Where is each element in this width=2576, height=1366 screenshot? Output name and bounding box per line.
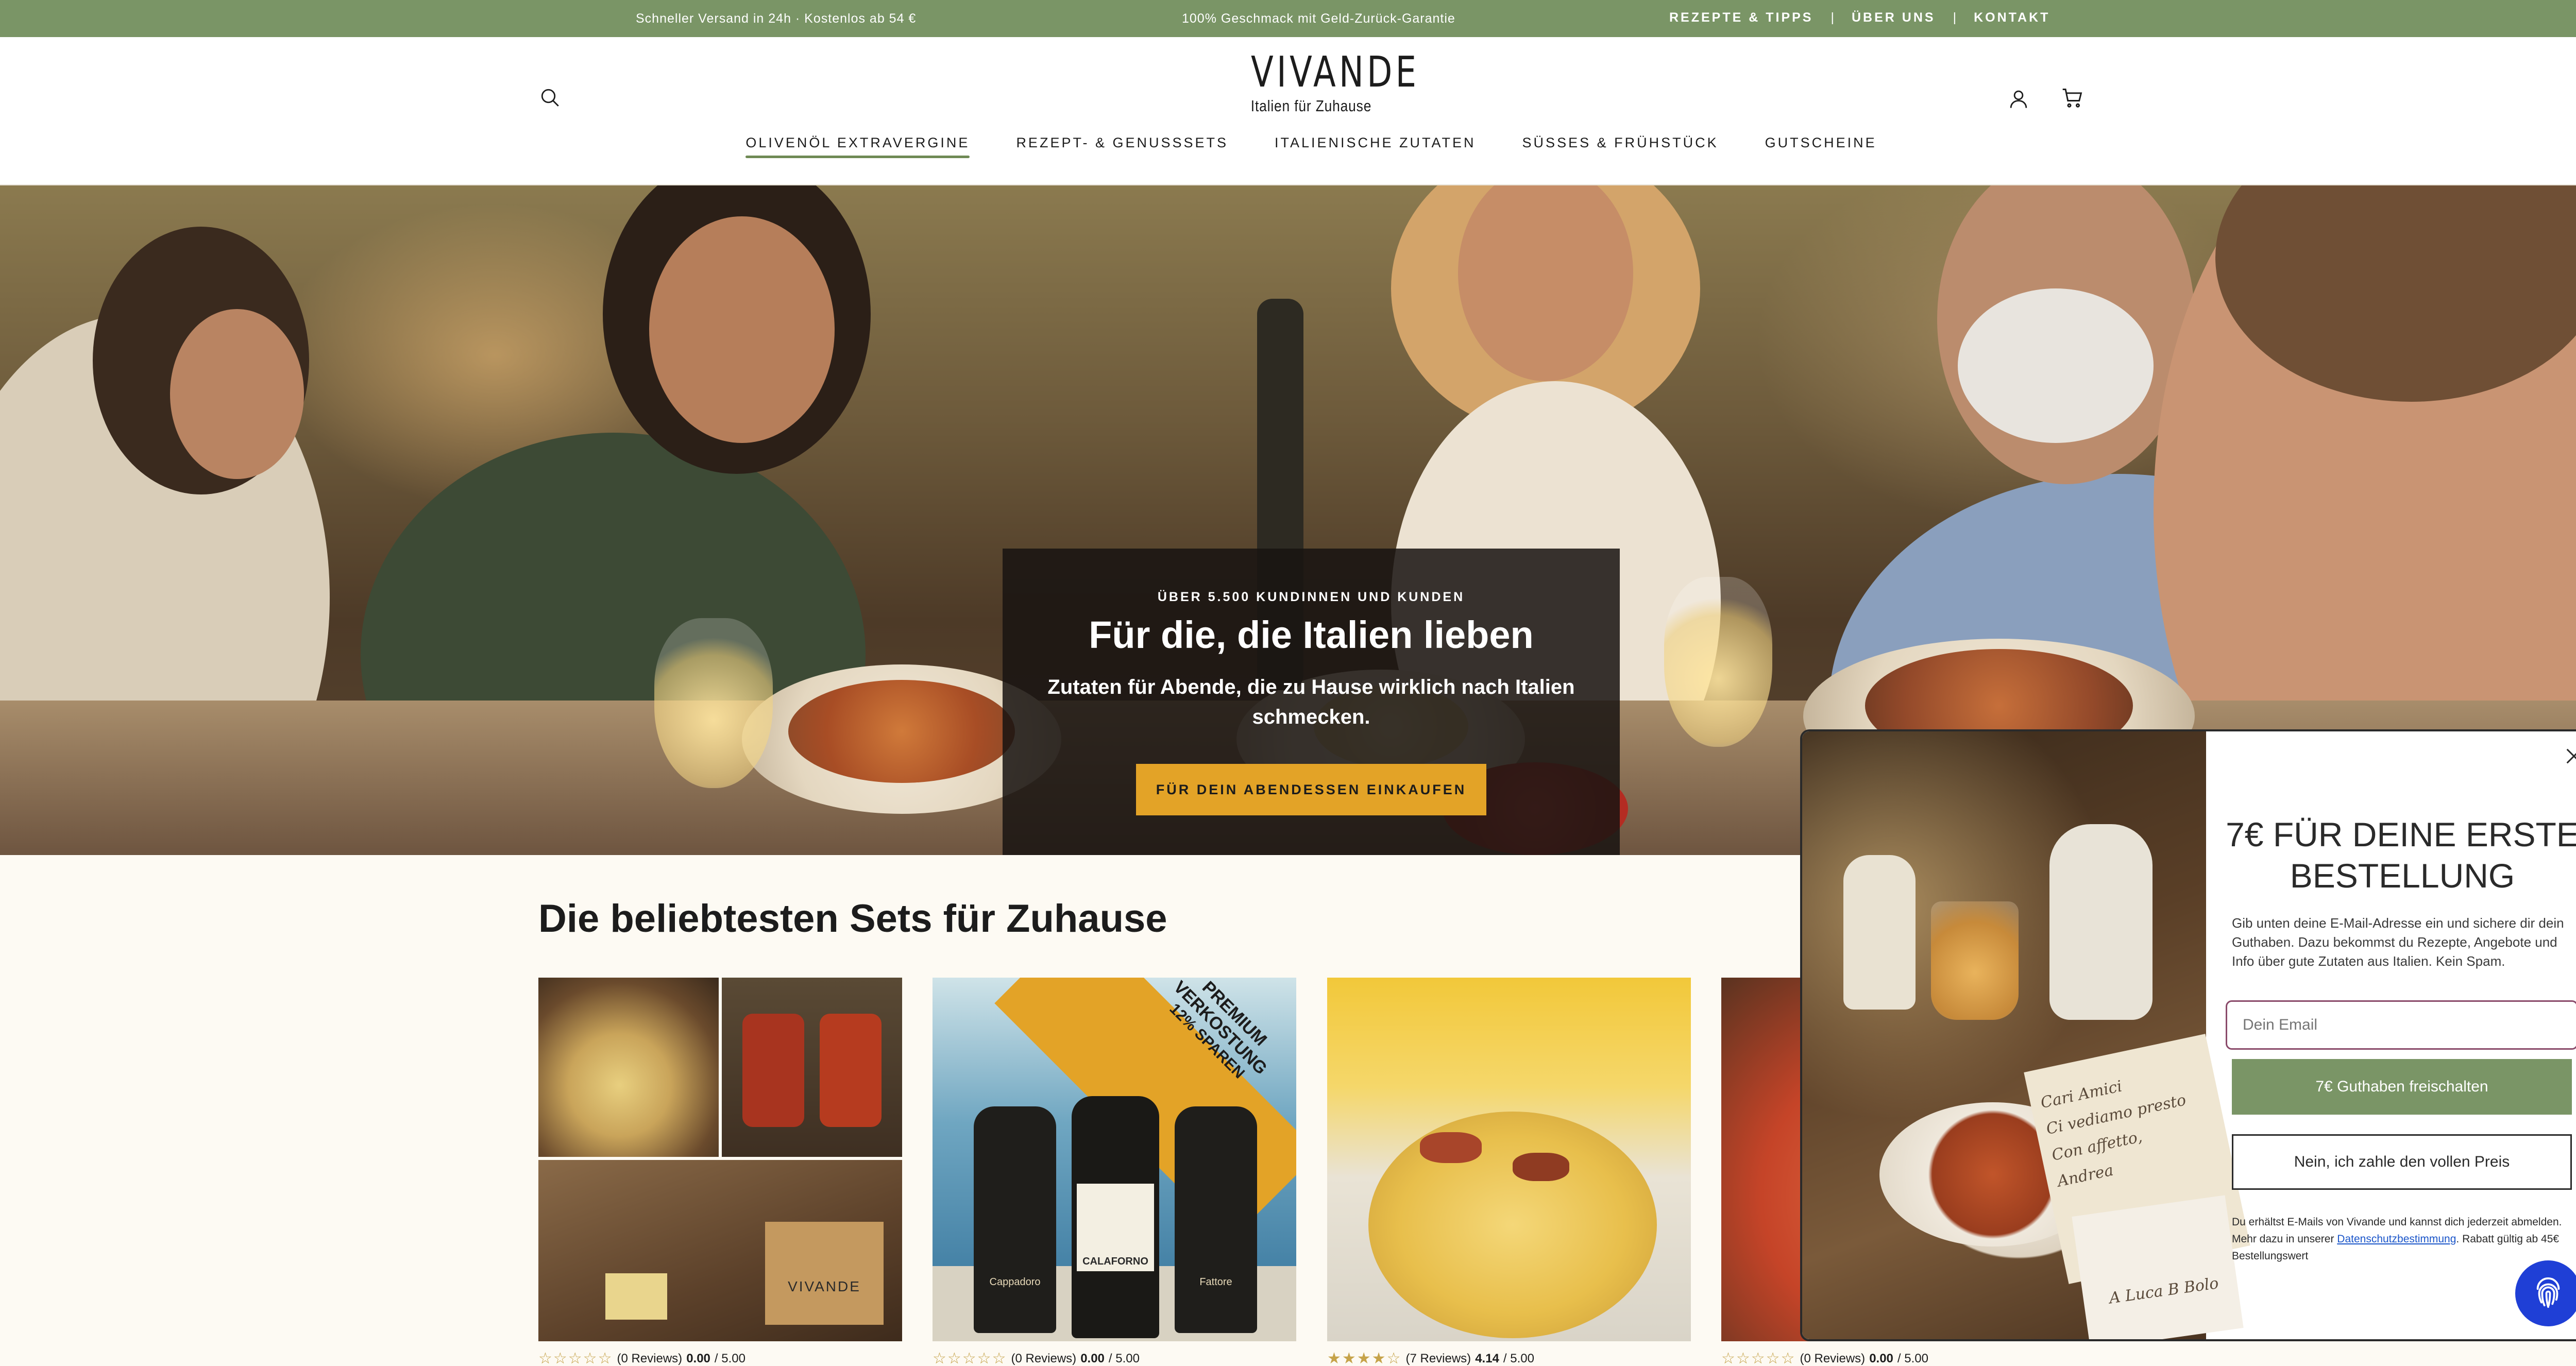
product-card-image[interactable]: PREMIUM VERKOSTUNG 12% SPAREN Cappadoro … (933, 978, 1296, 1341)
brand-tagline: Italien für Zuhause (1250, 97, 1372, 115)
rating-score: 4.14 (1475, 1351, 1499, 1365)
decline-button[interactable]: Nein, ich zahle den vollen Preis (2232, 1134, 2572, 1190)
popup-description: Gib unten deine E-Mail-Adresse ein und s… (2232, 915, 2564, 969)
main-navigation: OLIVENÖL EXTRAVERGINE REZEPT- & GENUSSSE… (0, 135, 2576, 158)
link-about-us[interactable]: ÜBER UNS (1852, 10, 1936, 25)
legal-notice: Du erhältst E-Mails von Vivande und kann… (2232, 1214, 2572, 1265)
separator: | (1831, 10, 1834, 25)
bottle-label: Fattore (1199, 1276, 1232, 1288)
hero-card: ÜBER 5.500 KUNDINNEN UND KUNDEN Für die,… (1003, 549, 1620, 855)
hero-subtitle: Zutaten für Abende, die zu Hause wirklic… (1047, 676, 1575, 728)
review-count[interactable]: (0 Reviews) (617, 1352, 682, 1366)
product-rating: ☆☆☆☆☆ (0 Reviews) 0.00 / 5.00 (933, 1350, 1140, 1366)
claim-credit-button[interactable]: 7€ Guthaben freischalten (2232, 1059, 2572, 1115)
discount-popup: Cari Amici Ci vediamo presto Con affetto… (1800, 729, 2576, 1341)
nav-item-recipe-sets[interactable]: REZEPT- & GENUSSSETS (1016, 135, 1228, 151)
rating-max: / 5.00 (1897, 1351, 1928, 1365)
rating-score: 0.00 (1080, 1351, 1105, 1365)
email-input[interactable] (2226, 1000, 2576, 1050)
rating-max: / 5.00 (1503, 1351, 1534, 1365)
star-rating-icon: ☆☆☆☆☆ (538, 1350, 613, 1366)
page: Schneller Versand in 24h · Kostenlos ab … (0, 0, 2576, 1366)
account-icon[interactable] (2002, 82, 2035, 115)
guarantee-notice: 100% Geschmack mit Geld-Zurück-Garantie (1182, 11, 1455, 26)
product-rating: ☆☆☆☆☆ (0 Reviews) 0.00 / 5.00 (1721, 1350, 1928, 1366)
review-count[interactable]: (0 Reviews) (1011, 1352, 1076, 1366)
envelope-address: A Luca B Bolo (2108, 1274, 2220, 1308)
hero-kicker: ÜBER 5.500 KUNDINNEN UND KUNDEN (1157, 590, 1465, 604)
popup-content: 7€ FÜR DEINE ERSTE BESTELLUNG Gib unten … (2206, 731, 2576, 1339)
privacy-policy-link[interactable]: Datenschutzbestimmung (2337, 1233, 2456, 1245)
popup-image: Cari Amici Ci vediamo presto Con affetto… (1802, 731, 2250, 1339)
nav-item-italian-ingredients[interactable]: ITALIENISCHE ZUTATEN (1275, 135, 1476, 151)
shipping-notice: Schneller Versand in 24h · Kostenlos ab … (636, 11, 917, 26)
site-header: VIVANDE Italien für Zuhause OLIVENÖL EXT… (0, 37, 2576, 185)
rating-max: / 5.00 (1108, 1351, 1140, 1365)
star-rating-icon: ☆☆☆☆☆ (933, 1350, 1007, 1366)
rating-max: / 5.00 (714, 1351, 745, 1365)
review-count[interactable]: (0 Reviews) (1800, 1352, 1865, 1366)
bottle-label: CALAFORNO (1082, 1256, 1148, 1267)
product-rating: ☆☆☆☆☆ (0 Reviews) 0.00 / 5.00 (538, 1350, 745, 1366)
product-rating: ★★★★☆ (7 Reviews) 4.14 / 5.00 (1327, 1350, 1534, 1366)
review-count[interactable]: (7 Reviews) (1405, 1352, 1471, 1366)
product-card-image[interactable] (1327, 978, 1691, 1341)
link-contact[interactable]: KONTAKT (1974, 10, 2050, 25)
nav-item-sweets-breakfast[interactable]: SÜSSES & FRÜHSTÜCK (1522, 135, 1719, 151)
hero-title: Für die, die Italien lieben (1089, 613, 1534, 656)
product-card-image[interactable]: VIVANDE (538, 978, 902, 1341)
star-rating-icon: ★★★★☆ (1327, 1350, 1402, 1366)
bottle-label: Cappadoro (989, 1276, 1041, 1288)
hero-shop-button[interactable]: FÜR DEIN ABENDESSEN EINKAUFEN (1136, 764, 1486, 815)
brand-logo[interactable]: VIVANDE Italien für Zuhause (1234, 48, 1420, 115)
gift-box: VIVANDE (765, 1222, 884, 1325)
nav-item-olive-oil[interactable]: OLIVENÖL EXTRAVERGINE (745, 135, 970, 158)
utility-links: REZEPTE & TIPPS | ÜBER UNS | KONTAKT (1669, 10, 2050, 25)
rating-score: 0.00 (686, 1351, 710, 1365)
star-rating-icon: ☆☆☆☆☆ (1721, 1350, 1796, 1366)
fingerprint-icon[interactable] (2515, 1260, 2576, 1326)
close-icon[interactable] (2558, 741, 2576, 772)
popup-headline: 7€ FÜR DEINE ERSTE BESTELLUNG (2226, 815, 2576, 895)
separator: | (1953, 10, 1957, 25)
nav-item-vouchers[interactable]: GUTSCHEINE (1765, 135, 1877, 151)
announcement-bar: Schneller Versand in 24h · Kostenlos ab … (0, 0, 2576, 37)
brand-name: VIVANDE (1251, 48, 1420, 97)
link-recipes-tips[interactable]: REZEPTE & TIPPS (1669, 10, 1813, 25)
cart-icon[interactable] (2056, 81, 2089, 114)
search-icon[interactable] (534, 81, 567, 114)
rating-score: 0.00 (1869, 1351, 1893, 1365)
products-heading: Die beliebtesten Sets für Zuhause (538, 897, 1167, 941)
box-brand-label: VIVANDE (788, 1278, 861, 1294)
